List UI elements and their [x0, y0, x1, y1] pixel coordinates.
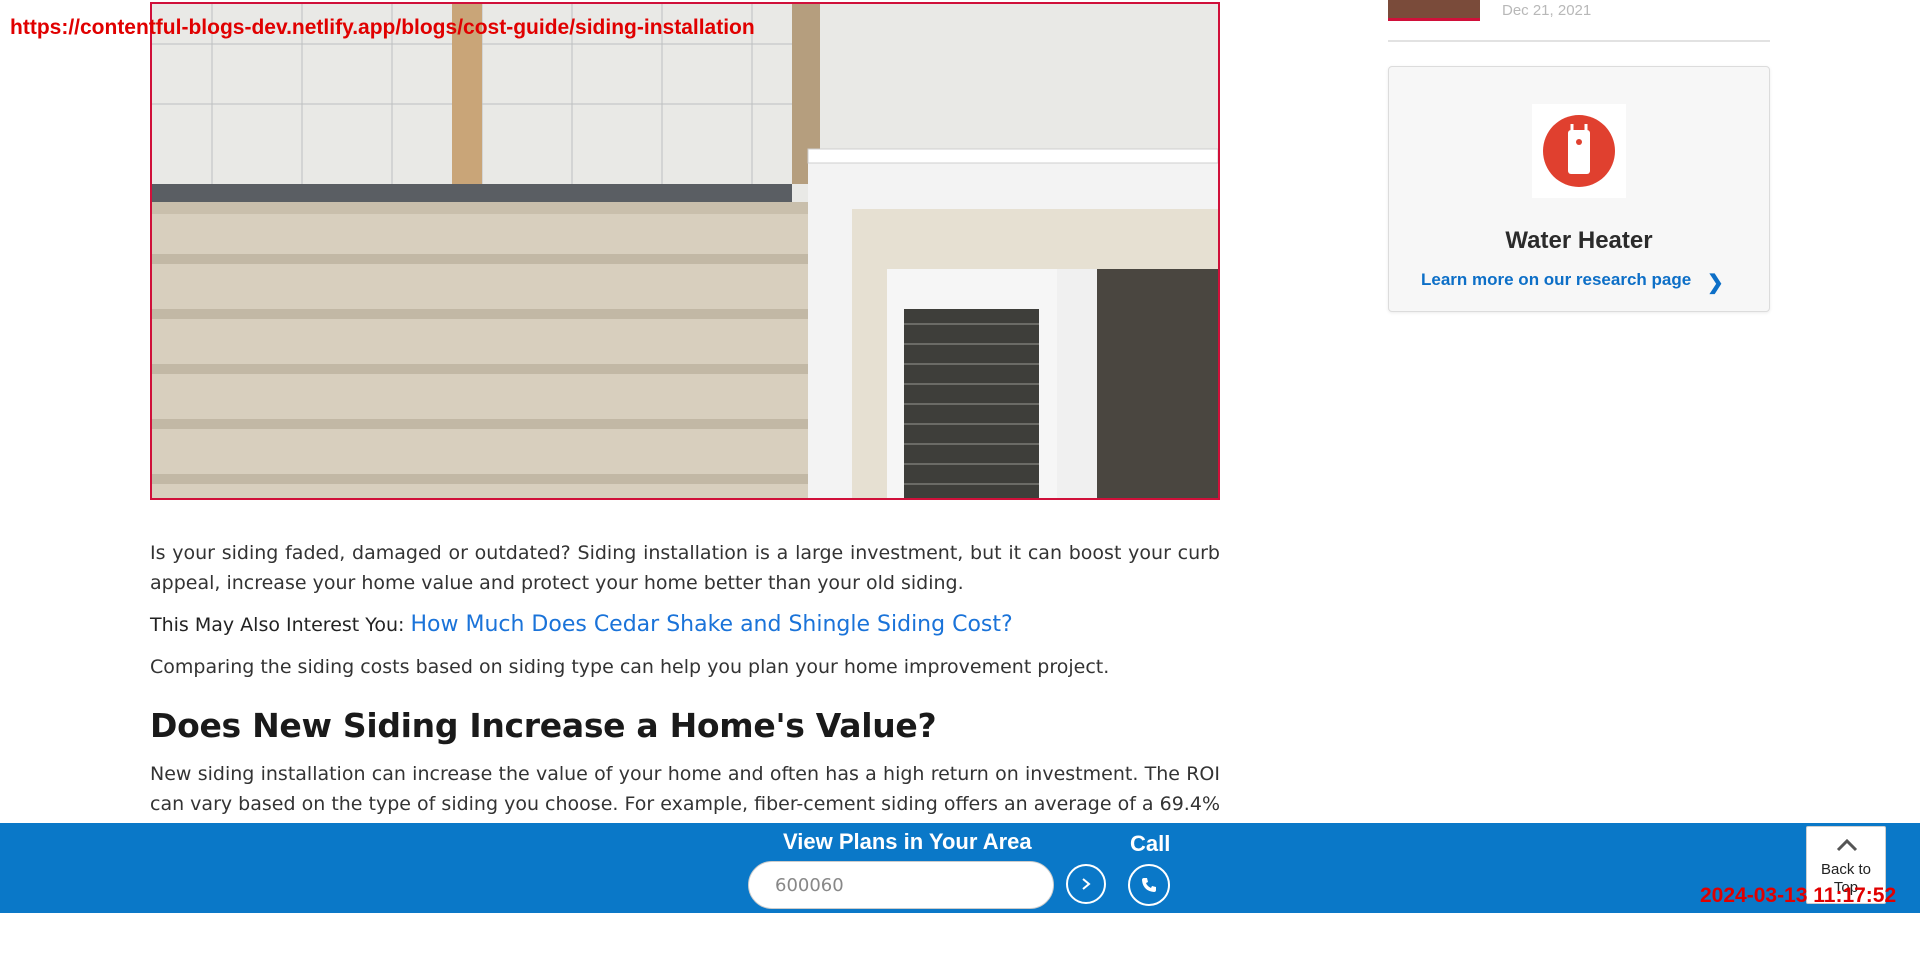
related-interest: This May Also Interest You: How Much Doe…	[150, 610, 1220, 640]
phone-icon	[1142, 878, 1156, 892]
call-label: Call	[1130, 831, 1171, 856]
zip-submit-button[interactable]	[1066, 864, 1106, 904]
timestamp-overlay: 2024-03-13 11:17:52	[1700, 884, 1897, 907]
water-heater-card[interactable]: Water Heater Learn more on our research …	[1388, 66, 1770, 312]
section-heading: Does New Siding Increase a Home's Value?	[150, 706, 937, 745]
chevron-right-icon	[1082, 878, 1091, 890]
article-body: Is your siding faded, damaged or outdate…	[150, 538, 1220, 849]
sticky-bottom-bar: View Plans in Your Area Call	[0, 823, 1920, 913]
view-plans-title: View Plans in Your Area	[783, 829, 1032, 854]
call-button[interactable]	[1128, 864, 1170, 906]
hero-image	[150, 2, 1220, 500]
recent-post-date: Dec 21, 2021	[1502, 2, 1592, 19]
chevron-up-icon	[1836, 838, 1858, 852]
water-heater-icon	[1532, 104, 1626, 198]
intro-paragraph: Is your siding faded, damaged or outdate…	[150, 542, 1220, 594]
research-page-link[interactable]: Learn more on our research page	[1421, 270, 1691, 290]
related-article-link[interactable]: How Much Does Cedar Shake and Shingle Si…	[410, 612, 1012, 637]
recent-post-thumbnail[interactable]	[1388, 0, 1480, 21]
card-title: Water Heater	[1505, 227, 1653, 254]
zip-code-input[interactable]	[748, 861, 1054, 909]
chevron-right-icon[interactable]: ❯	[1707, 270, 1724, 295]
url-overlay: https://contentful-blogs-dev.netlify.app…	[10, 16, 755, 39]
sidebar-recent-post[interactable]: Dec 21, 2021	[1388, 0, 1770, 42]
compare-paragraph: Comparing the siding costs based on sidi…	[150, 656, 1110, 678]
interest-label: This May Also Interest You:	[150, 614, 405, 636]
